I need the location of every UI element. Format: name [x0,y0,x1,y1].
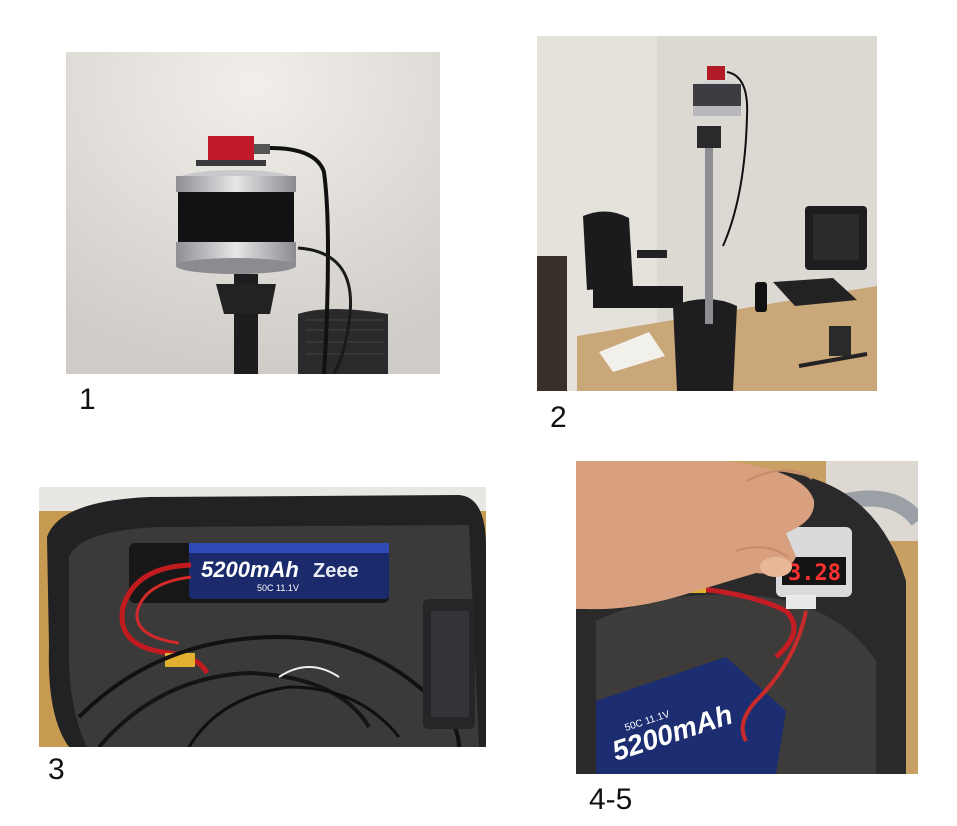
battery-capacity-label: 5200mAh [201,557,299,582]
photo-voltage-checker: 5200mAh 50C 11.1V 3.28 [576,461,918,774]
caption-4-5: 4-5 [589,783,633,816]
photo-battery-case: 5200mAh Zeee 50C 11.1V [39,487,486,747]
battery-brand-label: Zeee [313,560,359,582]
caption-1: 1 [79,383,96,416]
battery-spec-label: 50C 11.1V [257,583,299,593]
caption-3: 3 [48,753,65,786]
photo-sensor-pole-office [537,36,877,391]
voltage-readout: 3.28 [788,561,841,586]
photo-lidar-closeup [66,52,440,374]
caption-2: 2 [550,401,567,434]
